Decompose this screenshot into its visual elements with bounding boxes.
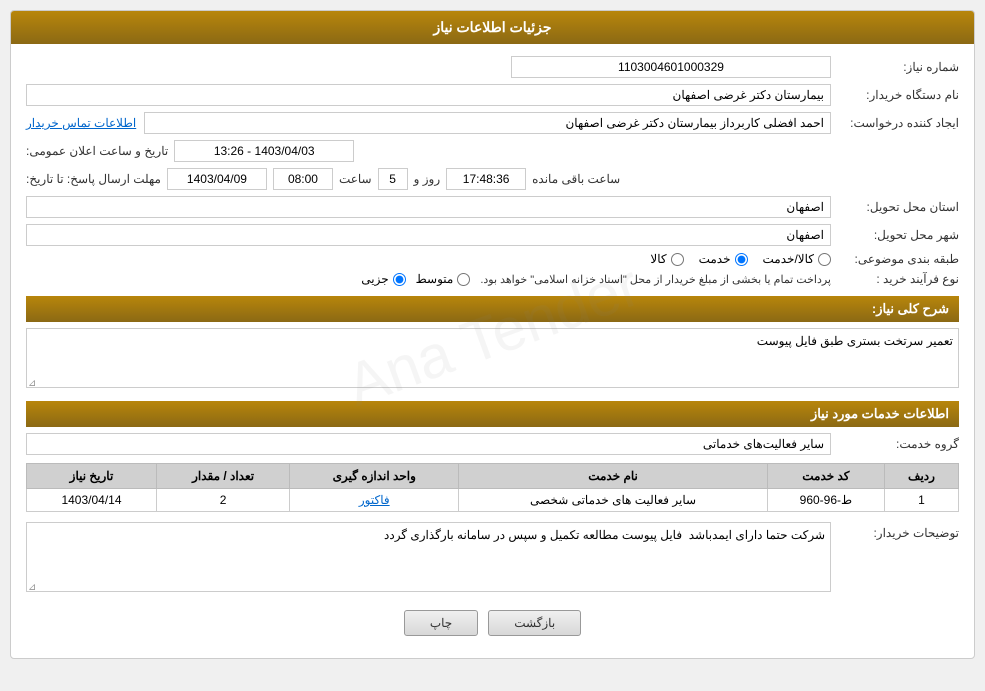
description-section-header: شرح کلی نیاز:: [26, 296, 959, 322]
creator-link[interactable]: اطلاعات تماس خریدار: [26, 116, 136, 130]
services-table: ردیف کد خدمت نام خدمت واحد اندازه گیری ت…: [26, 463, 959, 512]
purchase-type-label: نوع فرآیند خرید :: [839, 272, 959, 286]
purchase-type-note: پرداخت تمام یا بخشی از مبلغ خریدار از مح…: [480, 273, 831, 286]
action-buttons: بازگشت چاپ: [26, 610, 959, 636]
col-header-name: نام خدمت: [459, 464, 768, 489]
announce-date-label: تاریخ و ساعت اعلان عمومی:: [26, 144, 168, 158]
buyer-desc-textarea[interactable]: شرکت حتما دارای ایمدباشد فایل پیوست مطال…: [26, 522, 831, 592]
deadline-days-value: 5: [378, 168, 408, 190]
services-section-header: اطلاعات خدمات مورد نیاز: [26, 401, 959, 427]
cell-code: ط-96-960: [767, 489, 884, 512]
need-number-value: 1103004601000329: [511, 56, 831, 78]
col-header-row: ردیف: [884, 464, 958, 489]
col-header-qty: تعداد / مقدار: [156, 464, 289, 489]
deadline-remaining-label: ساعت باقی مانده: [532, 172, 620, 186]
city-value: اصفهان: [26, 224, 831, 246]
category-label: طبقه بندی موضوعی:: [839, 252, 959, 266]
deadline-label: مهلت ارسال پاسخ: تا تاریخ:: [26, 172, 161, 186]
purchase-type-row: پرداخت تمام یا بخشی از مبلغ خریدار از مح…: [361, 272, 831, 286]
creator-value: احمد افضلی کاربرداز بیمارستان دکتر غرضی …: [144, 112, 831, 134]
announce-date-value: 1403/04/03 - 13:26: [174, 140, 354, 162]
category-kala[interactable]: کالا: [650, 252, 683, 266]
page-title: جزئیات اطلاعات نیاز: [433, 19, 551, 35]
back-button[interactable]: بازگشت: [488, 610, 581, 636]
deadline-time-value: 08:00: [273, 168, 333, 190]
org-name-value: بیمارستان دکتر غرضی اصفهان: [26, 84, 831, 106]
service-group-value: سایر فعالیت‌های خدماتی: [26, 433, 831, 455]
resize-handle-description: ⊿: [28, 378, 36, 389]
deadline-date-value: 1403/04/09: [167, 168, 267, 190]
description-section-label: شرح کلی نیاز:: [872, 301, 949, 316]
print-button[interactable]: چاپ: [404, 610, 478, 636]
org-name-label: نام دستگاه خریدار:: [839, 88, 959, 102]
city-label: شهر محل تحویل:: [839, 228, 959, 242]
deadline-days-label: روز و: [414, 172, 441, 186]
province-value: اصفهان: [26, 196, 831, 218]
cell-name: سایر فعالیت های خدماتی شخصی: [459, 489, 768, 512]
table-row: 1 ط-96-960 سایر فعالیت های خدماتی شخصی ف…: [27, 489, 959, 512]
cell-row: 1: [884, 489, 958, 512]
deadline-remaining-value: 17:48:36: [446, 168, 526, 190]
col-header-unit: واحد اندازه گیری: [290, 464, 459, 489]
province-label: استان محل تحویل:: [839, 200, 959, 214]
service-group-label: گروه خدمت:: [839, 437, 959, 451]
cell-qty: 2: [156, 489, 289, 512]
creator-label: ایجاد کننده درخواست:: [839, 116, 959, 130]
category-kala-khadamat[interactable]: کالا/خدمت: [763, 252, 831, 266]
description-textarea[interactable]: تعمیر سرتخت بستری طبق فایل پیوست: [26, 328, 959, 388]
need-number-label: شماره نیاز:: [839, 60, 959, 74]
resize-handle-buyer: ⊿: [28, 582, 36, 593]
col-header-code: کد خدمت: [767, 464, 884, 489]
cell-unit[interactable]: فاکتور: [290, 489, 459, 512]
buyer-desc-label: توضیحات خریدار:: [839, 522, 959, 540]
deadline-time-label: ساعت: [339, 172, 372, 186]
services-section-label: اطلاعات خدمات مورد نیاز: [811, 406, 949, 421]
purchase-type-motavaset[interactable]: متوسط: [416, 272, 471, 286]
purchase-type-jozii[interactable]: جزیی: [361, 272, 405, 286]
category-khadamat[interactable]: خدمت: [699, 252, 748, 266]
category-radio-group: کالا/خدمت خدمت کالا: [650, 252, 831, 266]
page-header: جزئیات اطلاعات نیاز: [11, 11, 974, 44]
col-header-date: تاریخ نیاز: [27, 464, 157, 489]
cell-date: 1403/04/14: [27, 489, 157, 512]
